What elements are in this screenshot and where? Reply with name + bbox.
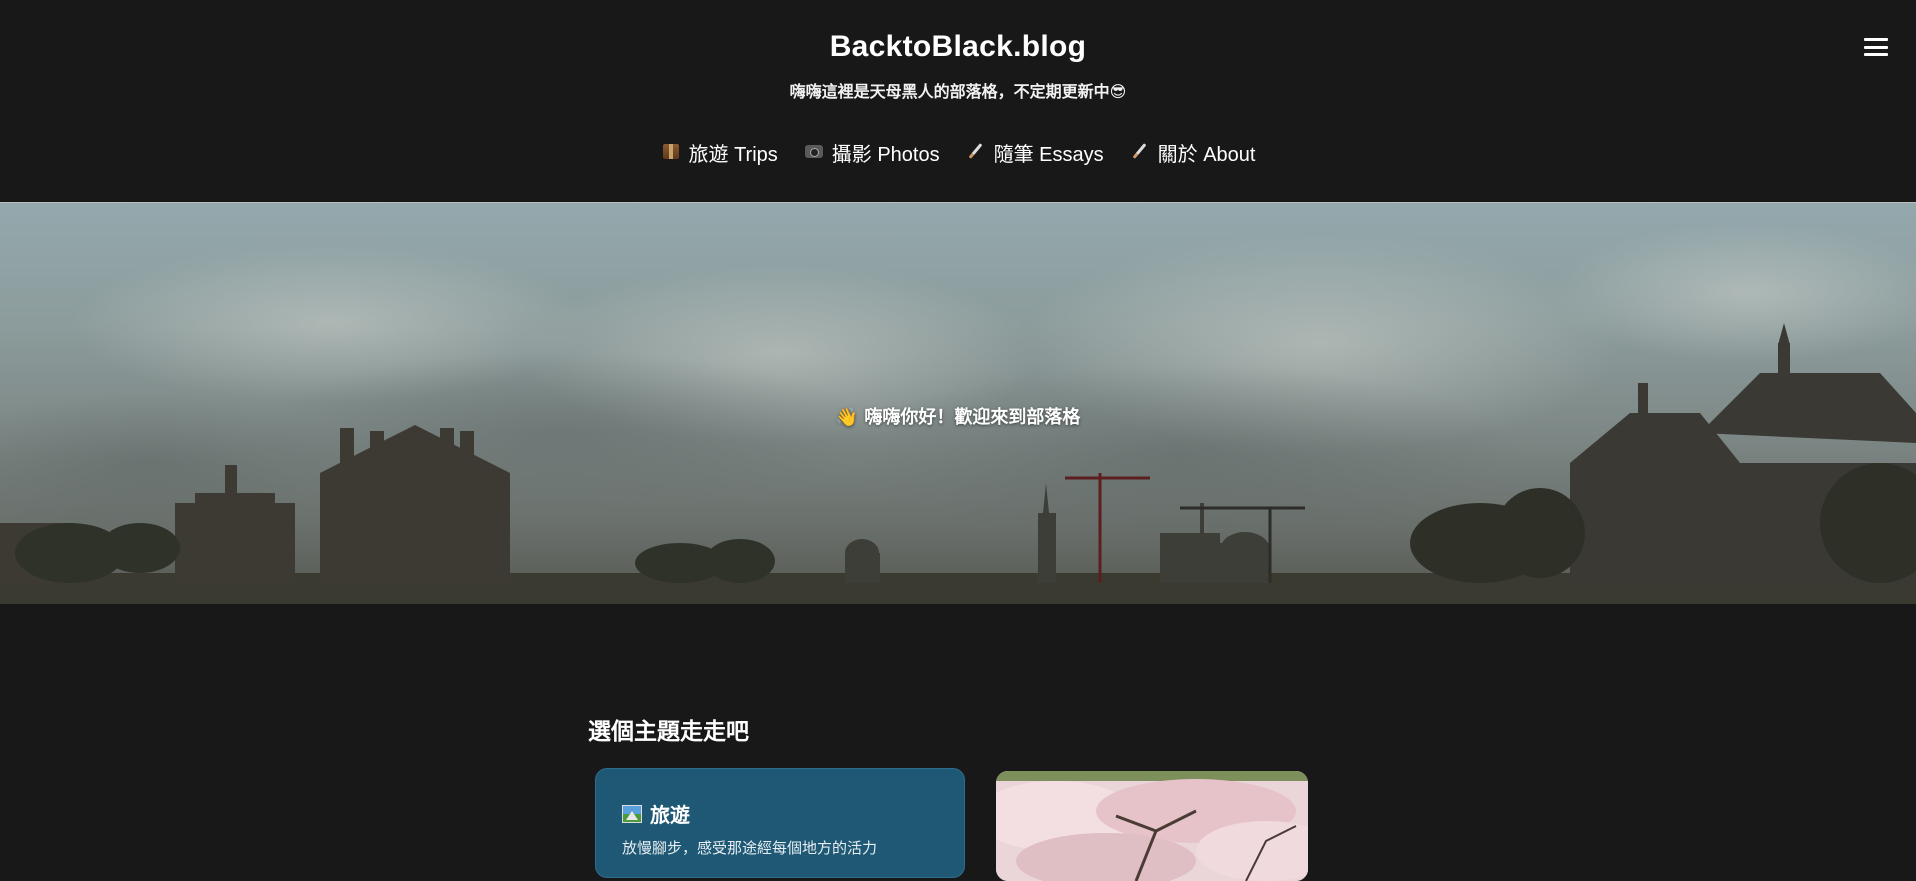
hero-greeting: 👋 嗨嗨你好！歡迎來到部落格 <box>835 407 1081 428</box>
camera-flash-icon <box>804 144 824 161</box>
nav-item-label: 關於 About <box>1157 144 1256 166</box>
site-header: BacktoBlack.blog 嗨嗨這裡是天母黑人的部落格，不定期更新中😎 旅… <box>0 0 1916 203</box>
nav-item-label: 攝影 Photos <box>831 144 940 166</box>
site-tagline: 嗨嗨這裡是天母黑人的部落格，不定期更新中😎 <box>789 82 1127 101</box>
paintbrush-icon <box>1130 142 1150 163</box>
menu-bar <box>1864 45 1888 49</box>
menu-bar <box>1864 38 1888 41</box>
hamburger-menu-icon[interactable] <box>1864 36 1888 58</box>
menu-bar <box>1864 53 1888 56</box>
nav-item-essays[interactable]: 隨筆 Essays <box>966 138 1104 167</box>
site-title[interactable]: BacktoBlack.blog <box>0 30 1916 64</box>
card-title: 旅遊 <box>622 799 690 828</box>
card-title-label: 旅遊 <box>650 803 690 827</box>
nav-item-photos[interactable]: 攝影 Photos <box>804 138 940 167</box>
main-nav: 旅遊 Trips 攝影 Photos 隨筆 Essays 關於 About <box>0 138 1916 167</box>
nav-item-label: 旅遊 Trips <box>688 144 778 166</box>
card-description: 放慢腳步，感受那途經每個地方的活力 <box>622 839 878 857</box>
landscape-picture-icon <box>622 804 642 823</box>
package-icon <box>661 143 681 162</box>
paintbrush-icon <box>966 142 986 163</box>
nav-item-label: 隨筆 Essays <box>993 144 1104 166</box>
nav-item-trips[interactable]: 旅遊 Trips <box>661 138 778 167</box>
topic-card-photo[interactable] <box>996 771 1308 881</box>
nav-item-about[interactable]: 關於 About <box>1130 138 1256 167</box>
hero-banner: 👋 嗨嗨你好！歡迎來到部落格 <box>0 203 1916 604</box>
topic-card-trips[interactable]: 旅遊 放慢腳步，感受那途經每個地方的活力 <box>595 768 965 878</box>
topics-heading: 選個主題走走吧 <box>588 719 749 746</box>
cherry-blossom-photo <box>996 771 1308 881</box>
